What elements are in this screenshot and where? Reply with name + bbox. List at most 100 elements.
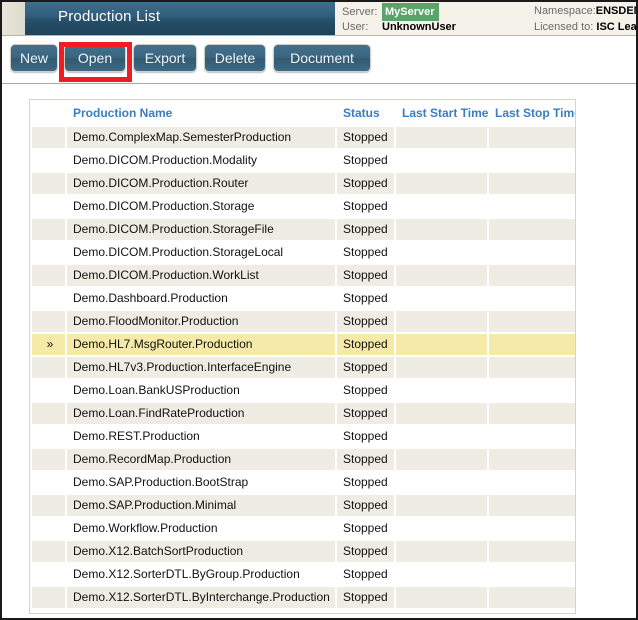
column-header-start[interactable]: Last Start Time [396, 102, 488, 125]
cell-start [396, 495, 487, 516]
cell-status: Stopped [337, 127, 394, 148]
cell-name[interactable]: Demo.DICOM.Production.WorkList [67, 265, 335, 286]
cell-stop [489, 311, 575, 332]
toolbar-button-delete[interactable]: Delete [204, 44, 266, 72]
cell-start [396, 127, 487, 148]
row-selection-marker [32, 495, 65, 516]
cell-name[interactable]: Demo.HL7v3.Production.InterfaceEngine [67, 357, 335, 378]
cell-name[interactable]: Demo.DICOM.Production.Modality [67, 150, 335, 171]
cell-stop [489, 173, 575, 194]
cell-name[interactable]: Demo.X12.SorterDTL.ByGroup.Production [67, 564, 335, 585]
cell-name[interactable]: Demo.Loan.BankUSProduction [67, 380, 335, 401]
cell-stop [489, 426, 575, 447]
cell-name[interactable]: Demo.REST.Production [67, 426, 335, 447]
row-selection-marker [32, 380, 65, 401]
cell-status: Stopped [337, 426, 394, 447]
cell-name[interactable]: Demo.ZenService.Prod.GetTheWeather [67, 610, 335, 613]
row-selection-marker [32, 357, 65, 378]
cell-name[interactable]: Demo.SAP.Production.BootStrap [67, 472, 335, 493]
table-row[interactable]: Demo.X12.SorterDTL.ByGroup.Production Sto… [32, 564, 575, 585]
cell-start [396, 334, 487, 355]
table-row[interactable]: Demo.Workflow.Production Stopped [32, 518, 575, 539]
row-selection-marker [32, 311, 65, 332]
namespace-group: Namespace:ENSDEMO [534, 3, 636, 19]
cell-start [396, 242, 487, 263]
namespace-value: ENSDEMO [595, 5, 636, 17]
cell-stop [489, 564, 575, 585]
cell-name[interactable]: Demo.RecordMap.Production [67, 449, 335, 470]
toolbar-button-open[interactable]: Open [64, 44, 126, 72]
cell-status: Stopped [337, 173, 394, 194]
cell-start [396, 311, 487, 332]
column-header-name[interactable]: Production Name [67, 102, 335, 125]
cell-name[interactable]: Demo.DICOM.Production.StorageLocal [67, 242, 335, 263]
table-row[interactable]: » Demo.HL7.MsgRouter.Production Stopped [32, 334, 575, 355]
cell-start [396, 380, 487, 401]
table-row[interactable]: Demo.RecordMap.Production Stopped [32, 449, 575, 470]
table-row[interactable]: Demo.HL7v3.Production.InterfaceEngine Sto… [32, 357, 575, 378]
title-tab: Production List [25, 2, 335, 35]
cell-name[interactable]: Demo.X12.SorterDTL.ByInterchange.Product… [67, 587, 335, 608]
table-row[interactable]: Demo.REST.Production Stopped [32, 426, 575, 447]
cell-name[interactable]: Demo.SAP.Production.Minimal [67, 495, 335, 516]
row-selection-marker [32, 610, 65, 613]
column-header-status[interactable]: Status [337, 102, 394, 125]
cell-start [396, 219, 487, 240]
cell-name[interactable]: Demo.X12.BatchSortProduction [67, 541, 335, 562]
cell-name[interactable]: Demo.Dashboard.Production [67, 288, 335, 309]
production-list-panel: Production Name Status Last Start Time Last… [29, 99, 576, 614]
table-row[interactable]: Demo.FloodMonitor.Production Stopped [32, 311, 575, 332]
toolbar-button-new[interactable]: New [10, 44, 58, 72]
cell-stop [489, 219, 575, 240]
cell-status: Stopped [337, 610, 394, 613]
table-header: Production Name Status Last Start Time Last… [32, 102, 575, 125]
table-row[interactable]: Demo.Dashboard.Production Stopped [32, 288, 575, 309]
page-title: Production List [58, 8, 161, 25]
server-info-row-user: User: UnknownUser Licensed to: ISC Learni… [342, 19, 636, 35]
table-row[interactable]: Demo.ComplexMap.SemesterProduction Stoppe… [32, 127, 575, 148]
cell-name[interactable]: Demo.DICOM.Production.StorageFile [67, 219, 335, 240]
row-selection-marker [32, 587, 65, 608]
cell-name[interactable]: Demo.HL7.MsgRouter.Production [67, 334, 335, 355]
cell-start [396, 426, 487, 447]
table-row[interactable]: Demo.Loan.FindRateProduction Stopped [32, 403, 575, 424]
cell-name[interactable]: Demo.FloodMonitor.Production [67, 311, 335, 332]
table-row[interactable]: Demo.Loan.BankUSProduction Stopped [32, 380, 575, 401]
cell-name[interactable]: Demo.DICOM.Production.Storage [67, 196, 335, 217]
row-selection-marker [32, 265, 65, 286]
cell-start [396, 518, 487, 539]
row-selection-marker [32, 196, 65, 217]
row-selection-marker [32, 472, 65, 493]
licensed-to-value: ISC Learnin [596, 21, 636, 33]
cell-status: Stopped [337, 380, 394, 401]
licensed-to-label: Licensed to: [534, 21, 594, 33]
toolbar-button-document[interactable]: Document [273, 44, 371, 72]
toolbar-button-export[interactable]: Export [133, 44, 197, 72]
title-bar-left-edge [2, 2, 25, 35]
cell-name[interactable]: Demo.Loan.FindRateProduction [67, 403, 335, 424]
table-row[interactable]: Demo.X12.SorterDTL.ByInterchange.Product… [32, 587, 575, 608]
table-row[interactable]: Demo.DICOM.Production.StorageLocal Stoppe… [32, 242, 575, 263]
table-row[interactable]: Demo.DICOM.Production.Modality Stopped [32, 150, 575, 171]
row-selection-marker [32, 219, 65, 240]
cell-name[interactable]: Demo.ComplexMap.SemesterProduction [67, 127, 335, 148]
table-row[interactable]: Demo.DICOM.Production.Router Stopped [32, 173, 575, 194]
table-row[interactable]: Demo.SAP.Production.BootStrap Stopped [32, 472, 575, 493]
table-row[interactable]: Demo.ZenService.Prod.GetTheWeatherStoppe… [32, 610, 575, 613]
cell-start [396, 357, 487, 378]
table-row[interactable]: Demo.X12.BatchSortProduction Stopped [32, 541, 575, 562]
column-header-stop[interactable]: Last Stop Time [489, 102, 575, 125]
cell-stop [489, 403, 575, 424]
table-row[interactable]: Demo.DICOM.Production.WorkList Stopped [32, 265, 575, 286]
user-value: UnknownUser [382, 21, 456, 33]
cell-status: Stopped [337, 357, 394, 378]
table-row[interactable]: Demo.DICOM.Production.Storage Stopped [32, 196, 575, 217]
row-selection-marker [32, 403, 65, 424]
table-row[interactable]: Demo.SAP.Production.Minimal Stopped [32, 495, 575, 516]
cell-start [396, 610, 487, 613]
table-row[interactable]: Demo.DICOM.Production.StorageFile Stopped [32, 219, 575, 240]
cell-name[interactable]: Demo.DICOM.Production.Router [67, 173, 335, 194]
cell-status: Stopped [337, 518, 394, 539]
cell-status: Stopped [337, 564, 394, 585]
cell-name[interactable]: Demo.Workflow.Production [67, 518, 335, 539]
